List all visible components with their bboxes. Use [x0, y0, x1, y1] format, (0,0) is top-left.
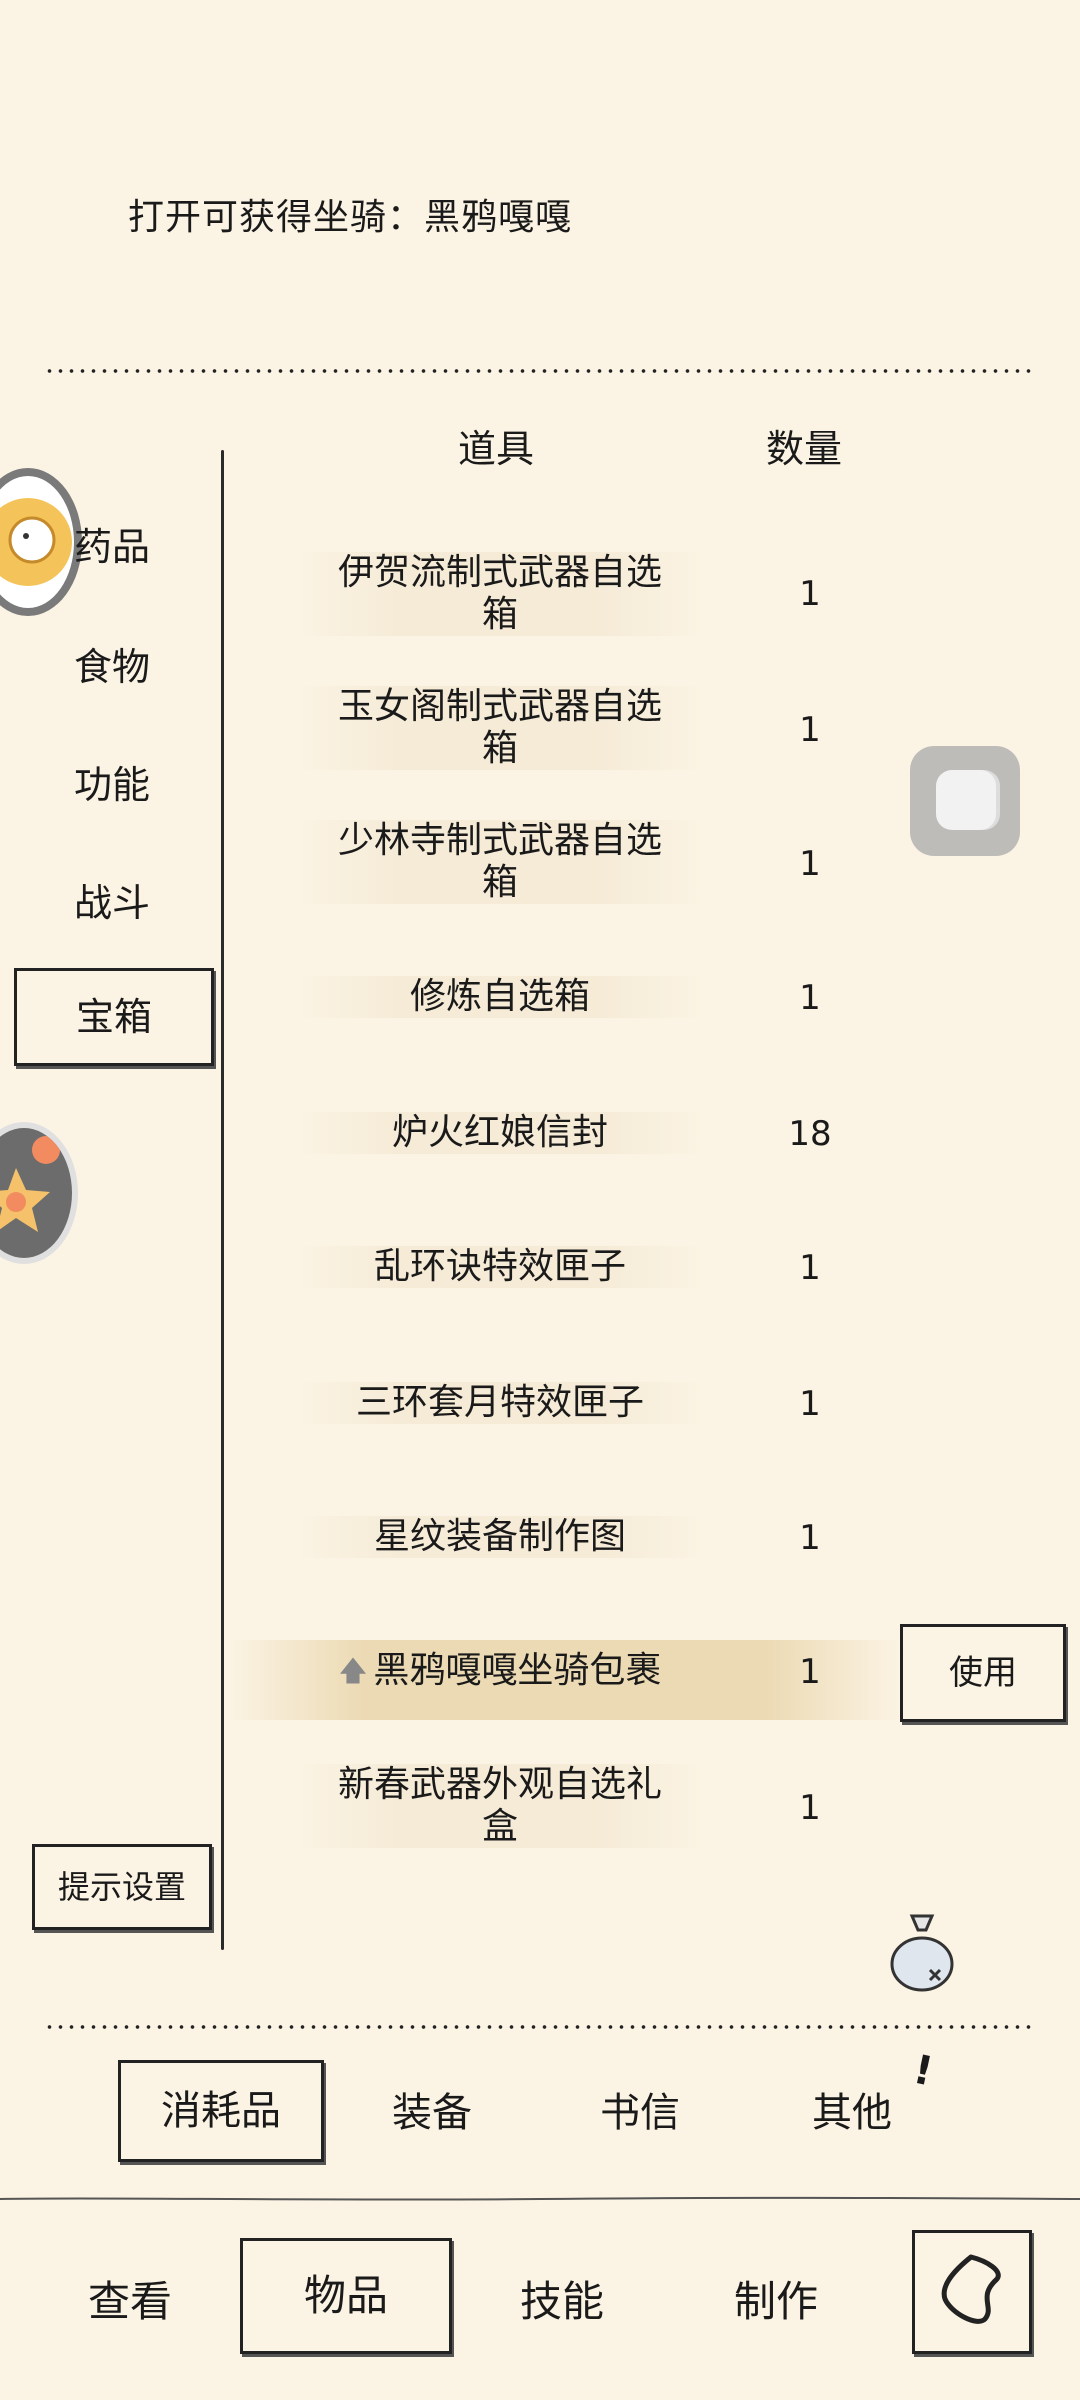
nav-items[interactable]: 物品: [240, 2238, 452, 2354]
list-item-quantity: 1: [799, 574, 821, 614]
list-item-name[interactable]: 三环套月特效匣子: [300, 1382, 700, 1424]
divider-top: [44, 368, 1036, 374]
list-item-name[interactable]: 少林寺制式武器自选 箱: [300, 820, 700, 904]
tab-letters[interactable]: 书信: [560, 2080, 720, 2138]
list-item-name[interactable]: 新春武器外观自选礼 盒: [300, 1764, 700, 1848]
list-item-quantity: 1: [799, 1518, 821, 1558]
floating-assistant-icon[interactable]: [910, 746, 1020, 856]
list-item-quantity: 1: [799, 1248, 821, 1288]
list-item-name[interactable]: 乱环诀特效匣子: [300, 1246, 700, 1288]
hint-settings-button[interactable]: 提示设置: [32, 1844, 212, 1930]
tab-equipment[interactable]: 装备: [352, 2080, 512, 2138]
list-item-quantity: 1: [799, 1384, 821, 1424]
category-combat[interactable]: 战斗: [40, 872, 184, 927]
item-description: 打开可获得坐骑：黑鸦嘎嘎: [128, 197, 573, 238]
column-header-quantity: 数量: [766, 427, 843, 471]
list-item-quantity: 1: [799, 1652, 821, 1692]
bag-icon[interactable]: [884, 1910, 960, 1994]
divider-nav: [0, 2196, 1080, 2201]
list-item-quantity: 18: [788, 1114, 832, 1154]
star-event-icon[interactable]: [0, 1122, 78, 1264]
nav-skills[interactable]: 技能: [482, 2268, 642, 2329]
back-button[interactable]: [912, 2230, 1032, 2354]
list-item-name[interactable]: 炉火红娘信封: [300, 1112, 700, 1154]
list-item-quantity: 1: [799, 710, 821, 750]
list-item-name[interactable]: 玉女阁制式武器自选 箱: [300, 686, 700, 770]
list-item-name-selected[interactable]: 🡅 黑鸦嘎嘎坐骑包裹: [300, 1650, 700, 1692]
list-item-name[interactable]: 伊贺流制式武器自选 箱: [300, 552, 700, 636]
list-item-quantity: 1: [799, 844, 821, 884]
list-item-quantity: 1: [799, 1788, 821, 1828]
notification-icon: !: [909, 2046, 937, 2096]
column-header-item: 道具: [458, 427, 535, 471]
back-arrow-icon: [941, 2254, 1001, 2324]
category-function[interactable]: 功能: [40, 754, 184, 809]
category-medicine[interactable]: 药品: [40, 516, 184, 571]
sidebar-divider: [221, 450, 224, 1950]
list-item-name[interactable]: 星纹装备制作图: [300, 1516, 700, 1558]
divider-bottom: [44, 2024, 1036, 2030]
category-food[interactable]: 食物: [40, 636, 184, 691]
use-button[interactable]: 使用: [900, 1624, 1066, 1722]
category-chest[interactable]: 宝箱: [14, 968, 214, 1066]
list-item-name[interactable]: 修炼自选箱: [300, 976, 700, 1018]
nav-craft[interactable]: 制作: [696, 2268, 856, 2329]
list-item-quantity: 1: [799, 978, 821, 1018]
tab-consumables[interactable]: 消耗品: [118, 2060, 324, 2162]
arrow-up-icon: 🡅: [338, 1654, 368, 1687]
tab-other[interactable]: 其他: [772, 2080, 932, 2138]
nav-view[interactable]: 查看: [50, 2268, 210, 2329]
